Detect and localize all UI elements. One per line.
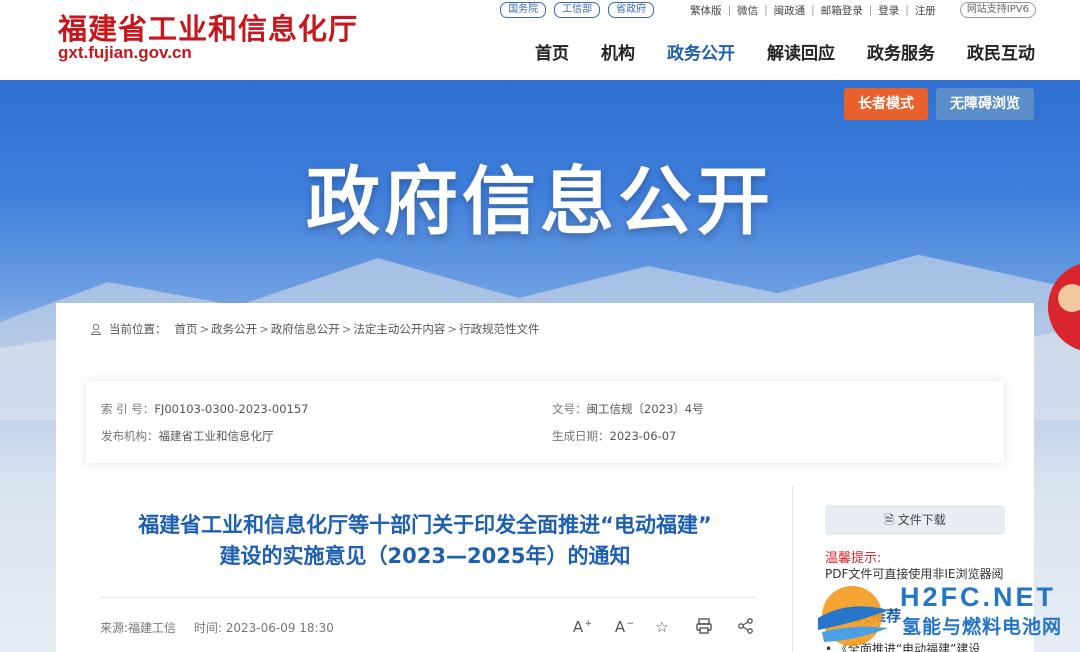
star-icon[interactable]: ☆ — [652, 617, 672, 637]
breadcrumb-separator: > — [259, 322, 269, 336]
document-title-line1: 福建省工业和信息化厅等十部门关于印发全面推进“电动福建” — [138, 513, 712, 537]
site-domain[interactable]: gxt.fujian.gov.cn — [58, 43, 192, 63]
elder-mode-button[interactable]: 长者模式 — [844, 88, 928, 120]
meta-docno: 文号：闽工信规〔2023〕4号 — [552, 401, 704, 417]
meta-org-label: 发布机构： — [101, 429, 159, 443]
site-header: 福建省工业和信息化厅 gxt.fujian.gov.cn 国务院 工信部 省政府… — [0, 0, 1080, 80]
ipv6-badge: 网站支持IPV6 — [959, 2, 1036, 18]
article-time: 时间: 2023-06-09 18:30 — [193, 621, 334, 635]
link-minzhengtong[interactable]: 闽政通 — [768, 3, 812, 18]
article-toolbar: A + A − ☆ — [568, 617, 778, 637]
meta-date: 生成日期：2023-06-07 — [552, 428, 676, 444]
meta-index: 索 引 号：FJ00103-0300-2023-00157 — [101, 401, 308, 417]
document-icon: 🗎 — [884, 513, 898, 527]
meta-docno-value: 闽工信规〔2023〕4号 — [586, 402, 704, 416]
meta-date-label: 生成日期： — [552, 429, 610, 443]
link-traditional[interactable]: 繁体版 — [684, 3, 728, 18]
mascot-icon — [1058, 284, 1080, 312]
meta-date-value: 2023-06-07 — [609, 429, 677, 443]
divider — [792, 486, 793, 652]
document-meta-box: 索 引 号：FJ00103-0300-2023-00157 文号：闽工信规〔20… — [86, 381, 1004, 463]
divider — [100, 597, 756, 598]
share-icon[interactable] — [736, 617, 756, 637]
link-email-login[interactable]: 邮箱登录 — [815, 3, 869, 18]
breadcrumb-label: 当前位置： — [109, 322, 167, 336]
print-icon[interactable] — [694, 617, 714, 637]
breadcrumb-statutory-content[interactable]: 法定主动公开内容 — [353, 321, 445, 337]
font-increase-icon[interactable]: A + — [568, 617, 592, 637]
file-download-button[interactable]: 🗎 文件下载 — [825, 505, 1005, 535]
article-source: 来源:福建工信 — [100, 621, 177, 635]
nav-organization[interactable]: 机构 — [601, 39, 635, 64]
tip-title: 温馨提示: — [825, 551, 882, 566]
print-icon-svg — [696, 618, 712, 634]
link-guowuyuan[interactable]: 国务院 — [500, 2, 547, 18]
location-person-icon — [90, 323, 102, 335]
meta-org-value: 福建省工业和信息化厅 — [158, 429, 274, 443]
nav-government-affairs[interactable]: 政务公开 — [667, 39, 735, 64]
nav-services[interactable]: 政务服务 — [867, 39, 935, 64]
file-download-label: 文件下载 — [897, 513, 946, 527]
breadcrumb-separator: > — [199, 322, 210, 336]
meta-docno-label: 文号： — [552, 402, 587, 416]
link-login[interactable]: 登录 — [872, 3, 905, 18]
main-nav: 首页 机构 政务公开 解读回应 政务服务 政民互动 — [503, 39, 1035, 64]
font-decrease-icon[interactable]: A − — [610, 617, 634, 637]
banner-title: 政府信息公开 — [306, 159, 774, 245]
breadcrumb-normative-documents[interactable]: 行政规范性文件 — [459, 321, 540, 337]
breadcrumb-separator: > — [447, 322, 458, 336]
breadcrumb-separator: > — [341, 322, 352, 336]
nav-home[interactable]: 首页 — [535, 39, 569, 64]
link-shengzhengfu[interactable]: 省政府 — [608, 2, 655, 18]
watermark-logo: H2FC.NET 氢能与燃料电池网 — [808, 578, 1080, 652]
breadcrumb-info-disclosure[interactable]: 政府信息公开 — [271, 321, 340, 337]
link-gongxinbu[interactable]: 工信部 — [554, 2, 601, 18]
site-title[interactable]: 福建省工业和信息化厅 — [58, 6, 358, 48]
document-title-line2: 建设的实施意见（2023—2025年）的通知 — [219, 544, 631, 568]
breadcrumb-home[interactable]: 首页 — [175, 321, 198, 337]
meta-org: 发布机构：福建省工业和信息化厅 — [101, 428, 274, 444]
watermark-emblem-icon — [818, 586, 888, 646]
watermark-text-cn: 氢能与燃料电池网 — [902, 616, 1063, 638]
top-links-bar: 国务院 工信部 省政府 繁体版 | 微信 | 闽政通 | 邮箱登录 | 登录 | 注册 网… — [500, 2, 1036, 18]
meta-index-label: 索 引 号： — [101, 402, 155, 416]
share-icon-svg — [738, 618, 753, 634]
meta-index-value: FJ00103-0300-2023-00157 — [154, 402, 309, 416]
accessible-browse-button[interactable]: 无障碍浏览 — [936, 88, 1034, 120]
document-title: 福建省工业和信息化厅等十部门关于印发全面推进“电动福建” 建设的实施意见（202… — [82, 510, 768, 572]
nav-interpretation[interactable]: 解读回应 — [767, 39, 835, 64]
breadcrumb-government-affairs[interactable]: 政务公开 — [211, 321, 257, 337]
article-source-line: 来源:福建工信 时间: 2023-06-09 18:30 — [100, 619, 348, 636]
link-wechat[interactable]: 微信 — [731, 3, 764, 18]
nav-interaction[interactable]: 政民互动 — [967, 39, 1035, 64]
breadcrumb: 当前位置： 首页 > 政务公开 > 政府信息公开 > 法定主动公开内容 > 行政… — [90, 321, 541, 337]
watermark-text-en: H2FC.NET — [900, 582, 1057, 612]
link-register[interactable]: 注册 — [909, 3, 942, 18]
